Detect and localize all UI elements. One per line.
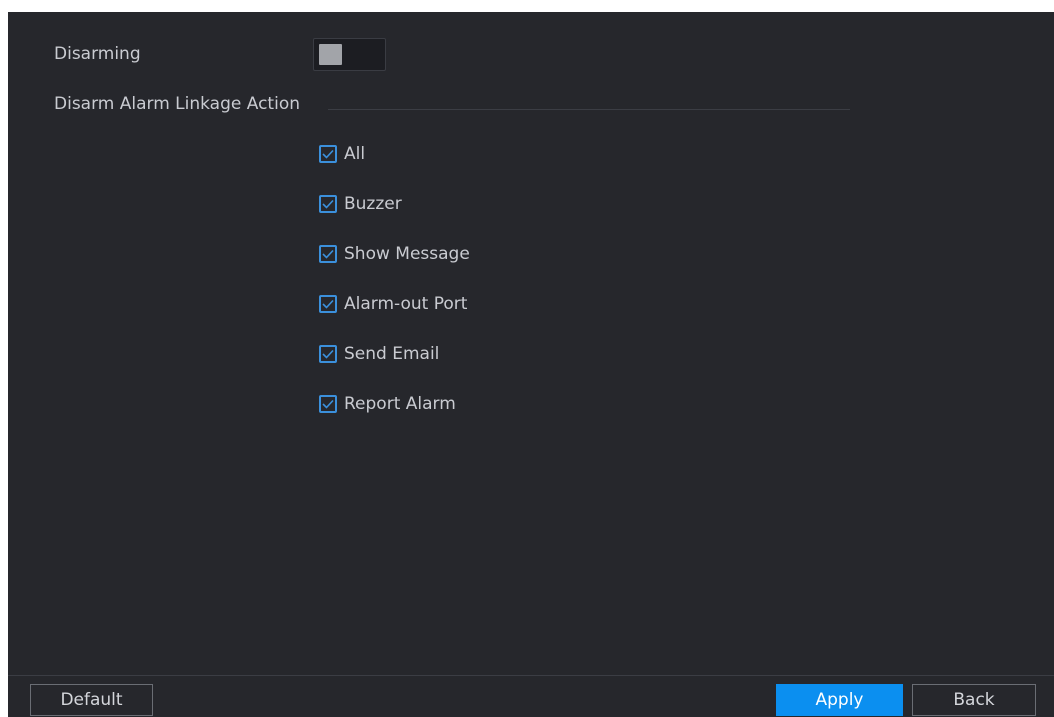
option-buzzer[interactable]: Buzzer (319, 192, 402, 216)
option-alarm-out-port[interactable]: Alarm-out Port (319, 292, 467, 316)
option-label: Show Message (344, 244, 470, 264)
checkbox-checked-icon[interactable] (319, 345, 337, 363)
checkbox-checked-icon[interactable] (319, 245, 337, 263)
option-send-email[interactable]: Send Email (319, 342, 439, 366)
toggle-knob (319, 44, 342, 65)
back-button[interactable]: Back (912, 684, 1036, 716)
checkbox-checked-icon[interactable] (319, 395, 337, 413)
disarming-label: Disarming (54, 44, 141, 64)
checkbox-checked-icon[interactable] (319, 195, 337, 213)
disarming-toggle[interactable] (313, 38, 386, 71)
section-divider (328, 109, 850, 110)
option-label: All (344, 144, 366, 164)
option-all[interactable]: All (319, 142, 365, 166)
footer-bar: Default Apply Back (8, 675, 1054, 717)
option-show-message[interactable]: Show Message (319, 242, 470, 266)
option-label: Alarm-out Port (344, 294, 468, 314)
checkbox-checked-icon[interactable] (319, 145, 337, 163)
apply-button[interactable]: Apply (776, 684, 903, 716)
option-report-alarm[interactable]: Report Alarm (319, 392, 456, 416)
checkbox-checked-icon[interactable] (319, 295, 337, 313)
settings-panel: Disarming Disarm Alarm Linkage Action Al… (8, 12, 1054, 717)
option-label: Report Alarm (344, 394, 456, 414)
option-label: Buzzer (344, 194, 402, 214)
option-label: Send Email (344, 344, 440, 364)
default-button[interactable]: Default (30, 684, 153, 716)
section-title: Disarm Alarm Linkage Action (54, 94, 300, 114)
